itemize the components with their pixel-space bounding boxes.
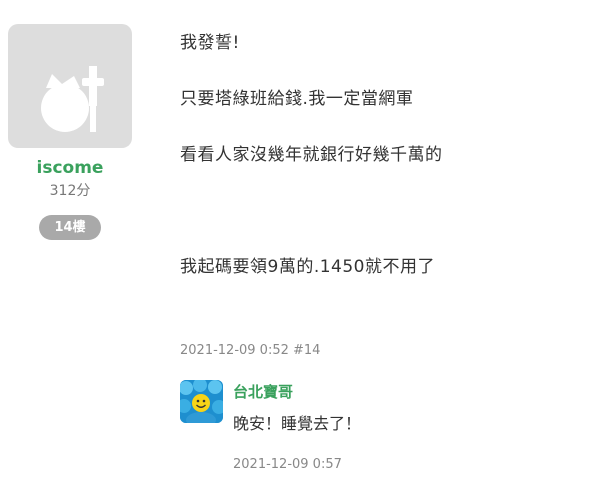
post-container: iscome 312分 14樓 我發誓! 只要塔綠班給錢.我一定當網軍 看看人家… [0, 0, 597, 488]
commenter-avatar[interactable] [180, 380, 223, 423]
post-timestamp[interactable]: 2021-12-09 0:52 #14 [180, 343, 320, 358]
comment-timestamp: 2021-12-09 0:57 [233, 457, 342, 472]
comment-text: 晚安！睡覺去了！ [233, 414, 362, 433]
floor-badge[interactable]: 14樓 [39, 215, 101, 240]
author-score: 312分 [49, 183, 91, 199]
author-username[interactable]: iscome [8, 157, 132, 179]
commenter-username[interactable]: 台北寶哥 [233, 381, 293, 402]
author-avatar[interactable] [8, 24, 132, 148]
default-avatar-icon [41, 66, 104, 132]
post-text-line: 看看人家沒幾年就銀行好幾千萬的 [180, 145, 443, 165]
post-text-line: 我發誓! [180, 33, 240, 53]
post-text-line: 只要塔綠班給錢.我一定當網軍 [180, 89, 414, 109]
post-text-line: 我起碼要領9萬的.1450就不用了 [180, 257, 435, 277]
author-sidebar: iscome 312分 14樓 [8, 24, 132, 240]
smiley-crowd-avatar [180, 380, 223, 423]
